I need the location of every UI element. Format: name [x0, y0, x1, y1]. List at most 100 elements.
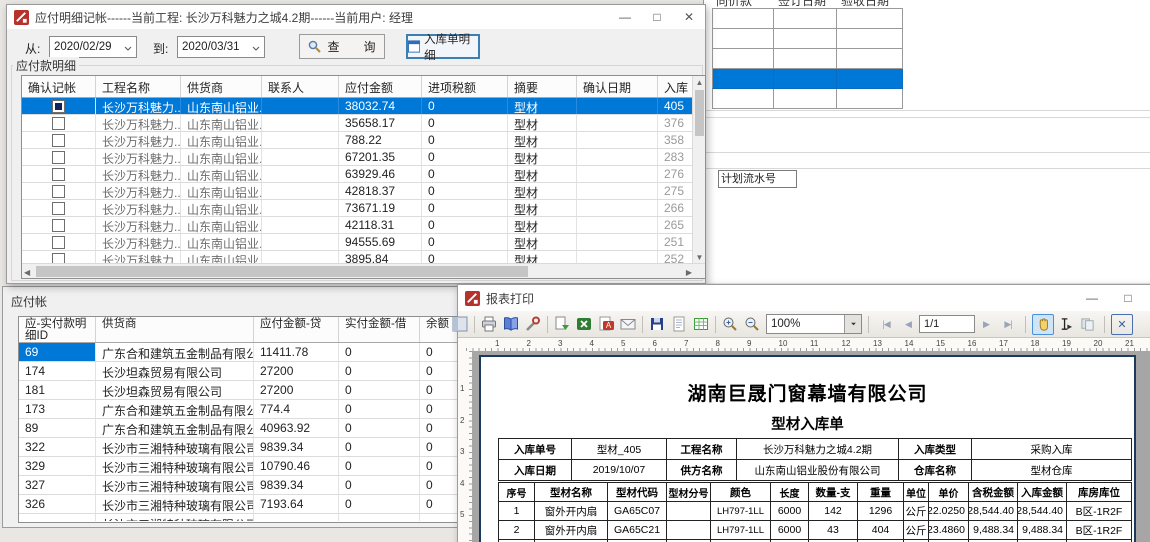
- scroll-left-icon[interactable]: ◀: [24, 268, 30, 277]
- checkbox-cell[interactable]: [22, 98, 96, 114]
- checkbox-cell[interactable]: [22, 234, 96, 250]
- chevron-down-icon[interactable]: [248, 40, 264, 54]
- hand-tool-button[interactable]: [1032, 314, 1054, 335]
- cell[interactable]: 山东南山铝业...: [181, 234, 262, 250]
- cell[interactable]: 长沙坦森贸易有限公司: [96, 362, 254, 380]
- checkbox[interactable]: [52, 202, 65, 215]
- first-page-button[interactable]: |◀: [875, 314, 897, 335]
- cell[interactable]: 0: [420, 495, 459, 513]
- cell[interactable]: 长沙万科魅力...: [96, 149, 181, 165]
- zoom-combobox[interactable]: 100%: [766, 314, 862, 334]
- cell[interactable]: 251: [658, 234, 694, 250]
- table-row[interactable]: [712, 49, 903, 69]
- cell[interactable]: 9839.34: [254, 438, 339, 456]
- table-row[interactable]: 173广东合和建筑五金制品有限公司774.400: [19, 400, 459, 419]
- cell[interactable]: 0: [422, 200, 508, 216]
- cell[interactable]: 0: [420, 400, 459, 418]
- cell[interactable]: 94555.69: [339, 234, 422, 250]
- checkbox-cell[interactable]: [22, 166, 96, 182]
- table-row[interactable]: 长沙万科魅力...山东南山铝业...42118.310型材265: [22, 217, 694, 234]
- cell[interactable]: 38032.74: [339, 98, 422, 114]
- cell[interactable]: 276: [658, 166, 694, 182]
- cell[interactable]: 长沙市三湘特种玻璃有限公司: [96, 457, 254, 475]
- report-window-titlebar[interactable]: 报表打印: [458, 285, 1150, 311]
- chevron-down-icon[interactable]: [120, 40, 136, 54]
- column-header[interactable]: 进项税额: [422, 76, 508, 97]
- cell[interactable]: 0: [422, 98, 508, 114]
- checkbox-cell[interactable]: [22, 149, 96, 165]
- cell[interactable]: 0: [420, 457, 459, 475]
- cell[interactable]: 67201.35: [339, 149, 422, 165]
- checkbox[interactable]: [52, 168, 65, 181]
- cell[interactable]: 0: [420, 438, 459, 456]
- cell[interactable]: 型材: [508, 132, 577, 148]
- copy-tool-button[interactable]: [1076, 314, 1098, 335]
- column-header[interactable]: 供货商: [96, 317, 254, 342]
- cell[interactable]: 0: [422, 149, 508, 165]
- cell[interactable]: 329: [19, 457, 96, 475]
- cell[interactable]: 长沙万科魅力...: [96, 98, 181, 114]
- cell[interactable]: [262, 200, 339, 216]
- panel-icon[interactable]: [449, 314, 471, 335]
- cell[interactable]: 山东南山铝业...: [181, 200, 262, 216]
- table-row[interactable]: [712, 29, 903, 49]
- cell[interactable]: 774.4: [254, 400, 339, 418]
- cell[interactable]: 0: [339, 400, 420, 418]
- cell[interactable]: 265: [658, 217, 694, 233]
- table-row[interactable]: 长沙万科魅力...山东南山铝业...67201.350型材283: [22, 149, 694, 166]
- cell[interactable]: [712, 29, 774, 49]
- column-header[interactable]: 确认记帐: [22, 76, 96, 97]
- cell[interactable]: 0: [339, 343, 420, 361]
- save-icon[interactable]: [646, 314, 668, 335]
- cell[interactable]: 型材: [508, 217, 577, 233]
- cell[interactable]: 405: [658, 98, 694, 114]
- cell[interactable]: 0: [420, 362, 459, 380]
- cell[interactable]: 长沙市三湘特种玻璃有限公司: [96, 476, 254, 494]
- cell[interactable]: 长沙万科魅力...: [96, 183, 181, 199]
- plan-serial-field[interactable]: 计划流水号: [718, 170, 797, 188]
- cell[interactable]: 山东南山铝业...: [181, 115, 262, 131]
- cell[interactable]: 42118.31: [339, 217, 422, 233]
- cell[interactable]: [262, 115, 339, 131]
- last-page-button[interactable]: ▶|: [997, 314, 1019, 335]
- checkbox[interactable]: [52, 236, 65, 249]
- cell[interactable]: 山东南山铝业...: [181, 183, 262, 199]
- page-number-input[interactable]: 1/1: [919, 315, 975, 333]
- cell[interactable]: 42818.37: [339, 183, 422, 199]
- minimize-button[interactable]: —: [613, 5, 637, 29]
- cell[interactable]: [262, 98, 339, 114]
- table-row[interactable]: 89广东合和建筑五金制品有限公司40963.9200: [19, 419, 459, 438]
- cell[interactable]: 9839.34: [254, 476, 339, 494]
- cell[interactable]: 长沙市三湘特种玻璃有限公司: [96, 514, 254, 521]
- zoom-in-icon[interactable]: [719, 314, 741, 335]
- column-header[interactable]: 供货商: [181, 76, 262, 97]
- table-row[interactable]: 长沙万科魅力...山东南山铝业...94555.690型材251: [22, 234, 694, 251]
- cell[interactable]: 型材: [508, 200, 577, 216]
- cell[interactable]: [262, 149, 339, 165]
- cell[interactable]: [577, 217, 658, 233]
- cell[interactable]: 0: [420, 419, 459, 437]
- cell[interactable]: [774, 69, 837, 89]
- cell[interactable]: [262, 217, 339, 233]
- checkbox[interactable]: [52, 134, 65, 147]
- export-icon[interactable]: [551, 314, 573, 335]
- scroll-up-icon[interactable]: ▲: [693, 78, 706, 87]
- checkbox[interactable]: [52, 185, 65, 198]
- cell[interactable]: 63929.46: [339, 166, 422, 182]
- cell[interactable]: 0: [422, 217, 508, 233]
- cell[interactable]: 181: [19, 381, 96, 399]
- inbound-detail-button[interactable]: 入库单明细: [406, 34, 480, 59]
- table-row[interactable]: 329长沙市三湘特种玻璃有限公司10790.4600: [19, 457, 459, 476]
- to-date-combobox[interactable]: 2020/03/31: [177, 36, 265, 58]
- cell[interactable]: [712, 9, 774, 29]
- pdf-export-icon[interactable]: A: [595, 314, 617, 335]
- checkbox-cell[interactable]: [22, 200, 96, 216]
- table-row[interactable]: 322长沙市三湘特种玻璃有限公司9839.3400: [19, 438, 459, 457]
- column-header[interactable]: 应付金额-贷: [254, 317, 339, 342]
- cell[interactable]: 0: [339, 495, 420, 513]
- maximize-button[interactable]: □: [645, 5, 669, 29]
- cell[interactable]: [577, 115, 658, 131]
- maximize-button[interactable]: □: [1116, 286, 1140, 310]
- table-row[interactable]: 长沙万科魅力...山东南山铝业...38032.740型材405: [22, 98, 694, 115]
- cell[interactable]: [577, 98, 658, 114]
